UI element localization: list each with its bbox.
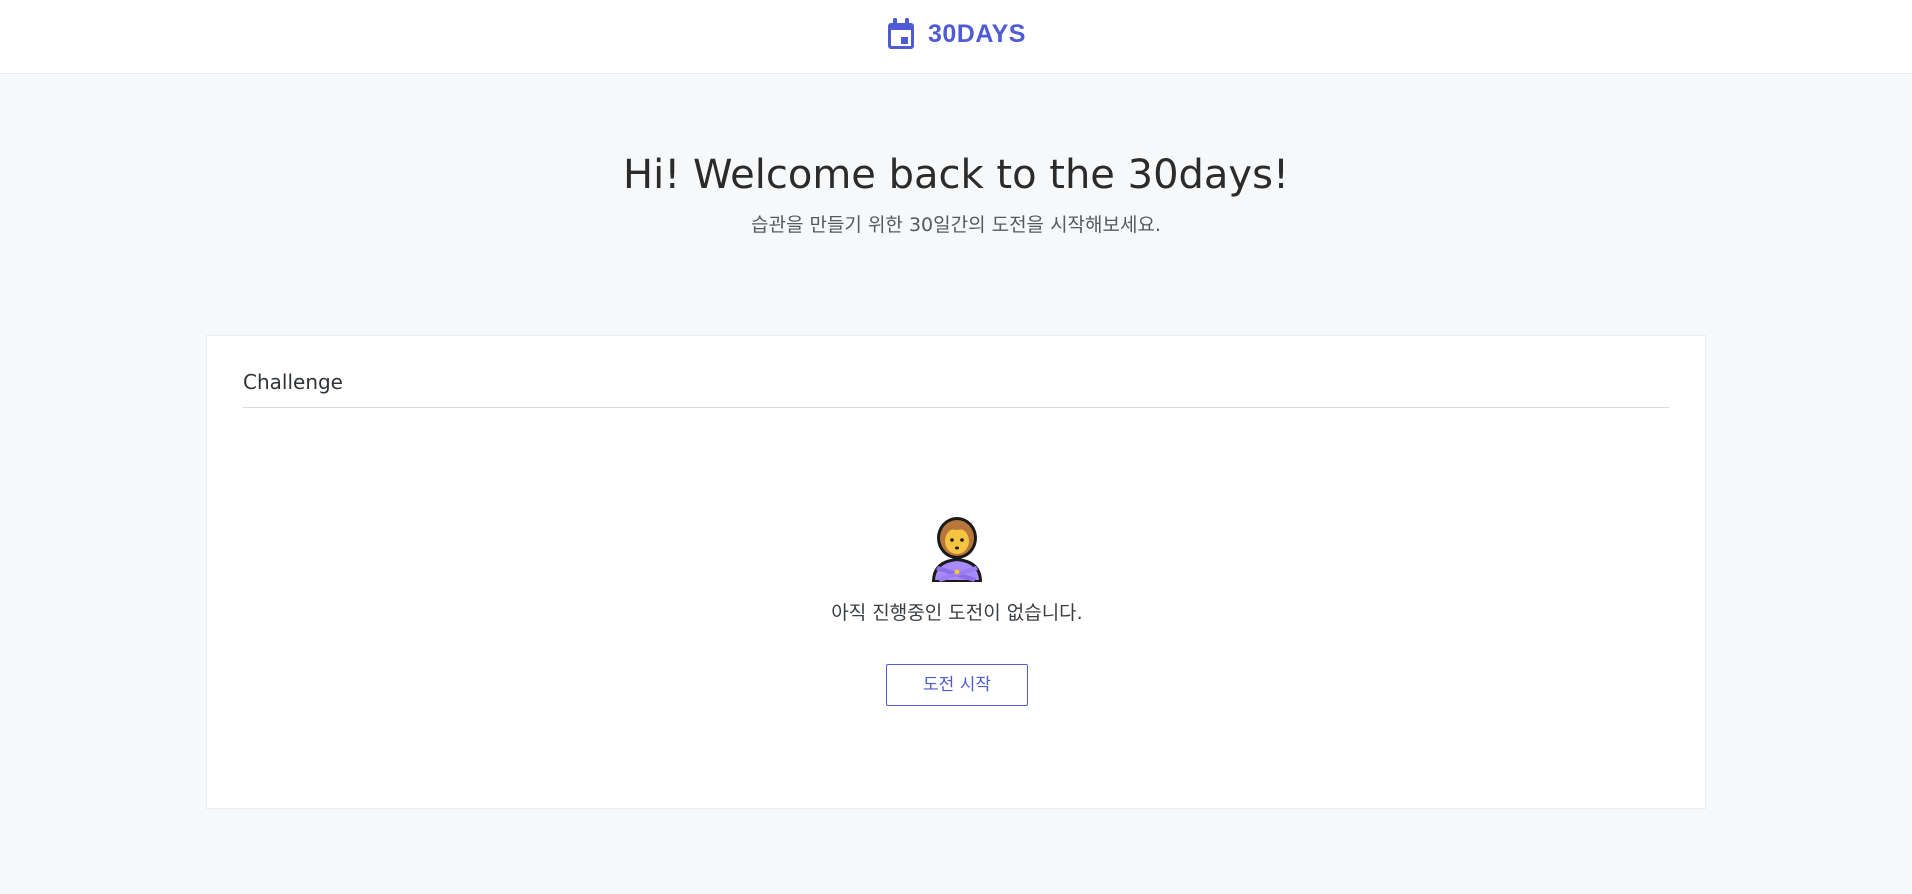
brand-name: 30DAYS bbox=[928, 19, 1026, 48]
page-title: Hi! Welcome back to the 30days! bbox=[623, 152, 1289, 198]
challenge-card: Challenge 아직 진행중인 도전이 없습니다. 도전 시작 bbox=[206, 335, 1706, 809]
challenge-section-title: Challenge bbox=[243, 370, 343, 394]
hero-section: Hi! Welcome back to the 30days! 습관을 만들기 … bbox=[0, 148, 1912, 238]
empty-state-message: 아직 진행중인 도전이 없습니다. bbox=[831, 602, 1083, 624]
brand-logo-link[interactable]: 30DAYS bbox=[886, 16, 1026, 52]
person-gesturing-no-icon bbox=[932, 517, 982, 582]
top-header: 30DAYS bbox=[0, 0, 1912, 74]
empty-state: 아직 진행중인 도전이 없습니다. 도전 시작 bbox=[207, 516, 1707, 706]
page-subtitle: 습관을 만들기 위한 30일간의 도전을 시작해보세요. bbox=[750, 214, 1161, 236]
calendar-icon bbox=[888, 18, 914, 49]
start-challenge-button[interactable]: 도전 시작 bbox=[886, 664, 1028, 706]
challenge-card-header: Challenge bbox=[243, 368, 1669, 408]
